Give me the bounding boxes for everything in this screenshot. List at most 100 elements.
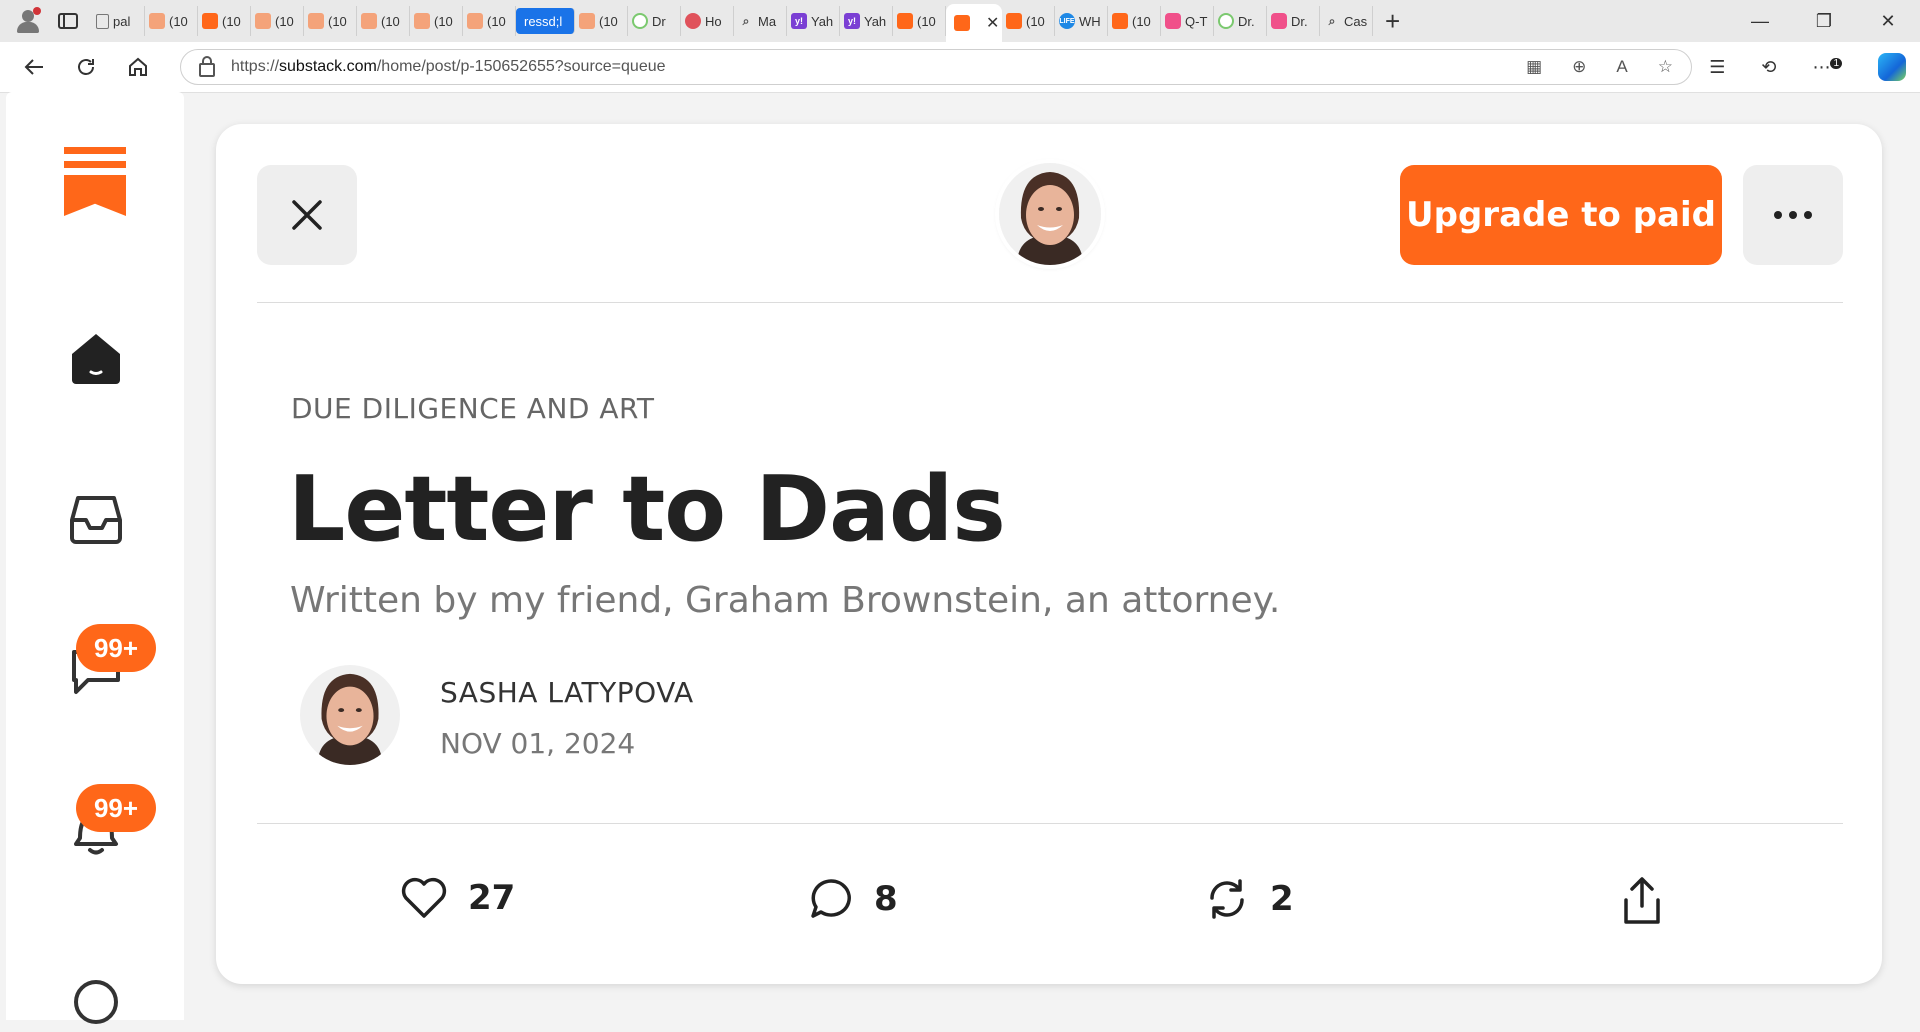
post-title: Letter to Dads: [288, 457, 1006, 562]
browser-tab[interactable]: pal: [92, 6, 145, 36]
post-subtitle: Written by my friend, Graham Brownstein,…: [290, 580, 1281, 621]
more-dot-icon: [1774, 211, 1782, 219]
home-icon: [129, 57, 147, 76]
browser-tab[interactable]: Dr.: [1214, 6, 1267, 36]
restack-count: 2: [1270, 879, 1294, 919]
window-controls: — ❐ ✕: [1728, 0, 1920, 42]
browser-tab[interactable]: ⌕ Cas: [1320, 6, 1373, 36]
author-face-image: [999, 163, 1101, 265]
substack-logo[interactable]: [64, 147, 126, 219]
restack-button[interactable]: 2: [1204, 876, 1294, 922]
browser-tab[interactable]: y! Yah: [787, 6, 840, 36]
restack-icon: [1210, 879, 1244, 919]
tab-label: Cas: [1344, 13, 1368, 29]
tab-active[interactable]: ✕: [946, 4, 1002, 42]
browser-tab[interactable]: (10: [463, 6, 516, 36]
app-available-icon[interactable]: ▦: [1526, 57, 1542, 77]
heart-icon: [401, 877, 447, 918]
tab-label: (10: [917, 13, 936, 29]
close-post-button[interactable]: [257, 165, 357, 265]
browser-tab[interactable]: LIFE WH: [1055, 6, 1108, 36]
browser-tab[interactable]: ressd;l: [516, 8, 575, 34]
meta-divider: [257, 823, 1843, 824]
like-button[interactable]: 27: [400, 876, 515, 920]
tab-actions-icon[interactable]: [58, 13, 78, 29]
profile-nav-icon[interactable]: [66, 972, 126, 1032]
tab-label: (10: [1132, 13, 1151, 29]
yt-favicon-icon: [1165, 13, 1181, 29]
browser-tab[interactable]: Dr.: [1267, 6, 1320, 36]
search-favicon-icon: ⌕: [742, 13, 750, 28]
favorite-star-icon[interactable]: ☆: [1658, 57, 1673, 77]
new-tab-button[interactable]: +: [1385, 6, 1400, 37]
comment-icon: [811, 879, 851, 918]
like-count: 27: [468, 878, 516, 918]
publication-avatar[interactable]: [999, 163, 1101, 265]
browser-tab[interactable]: (10: [410, 6, 463, 36]
home-button[interactable]: [120, 49, 156, 85]
lock-icon[interactable]: [199, 56, 215, 77]
minimize-button[interactable]: —: [1728, 11, 1792, 32]
url-prefix: https://: [231, 58, 280, 75]
doc-favicon-icon: [96, 13, 109, 29]
url-path: /home/post/p-150652655?source=queue: [376, 58, 666, 75]
notifications-badge: 99+: [76, 784, 156, 832]
tab-label: pal: [113, 13, 131, 29]
browser-tab[interactable]: Dr: [628, 6, 681, 36]
close-tab-icon[interactable]: ✕: [986, 13, 999, 33]
substack-light-favicon-icon: [579, 13, 595, 29]
inbox-nav-icon[interactable]: [66, 488, 126, 548]
browser-tab[interactable]: y! Yah: [840, 6, 893, 36]
share-button[interactable]: [1620, 876, 1664, 926]
browser-tab[interactable]: (10: [198, 6, 251, 36]
browser-tab[interactable]: ⌕ Ma: [734, 6, 787, 36]
yahoo-favicon-icon: y!: [844, 13, 860, 29]
tab-label: Ho: [705, 13, 722, 29]
profile-icon[interactable]: [14, 7, 42, 35]
yt-favicon-icon: [1271, 13, 1287, 29]
search-favicon-icon: ⌕: [1328, 13, 1336, 28]
post-section[interactable]: DUE DILIGENCE AND ART: [291, 392, 655, 425]
browser-tab[interactable]: (10: [893, 6, 946, 36]
settings-more-icon[interactable]: ⋯ 1: [1812, 57, 1842, 78]
read-aloud-icon[interactable]: A: [1616, 57, 1627, 77]
browser-tab[interactable]: Ho: [681, 6, 734, 36]
red-favicon-icon: [685, 13, 701, 29]
close-window-button[interactable]: ✕: [1856, 11, 1920, 32]
app-sidebar: 99+ 99+: [6, 92, 184, 1024]
substack-light-favicon-icon: [308, 13, 324, 29]
back-button[interactable]: [16, 49, 52, 85]
browser-tab[interactable]: Q-T: [1161, 6, 1214, 36]
browser-tab[interactable]: (10: [145, 6, 198, 36]
tab-label: (10: [275, 13, 294, 29]
author-face-image: [300, 665, 400, 765]
copilot-icon[interactable]: [1878, 53, 1906, 81]
tab-label: Yah: [811, 13, 834, 29]
browser-tab[interactable]: (10: [357, 6, 410, 36]
browser-tab[interactable]: (10: [251, 6, 304, 36]
address-bar[interactable]: https://substack.com/home/post/p-1506526…: [180, 49, 1692, 85]
browser-tab[interactable]: (10: [304, 6, 357, 36]
browser-tab[interactable]: (10: [1108, 6, 1161, 36]
zoom-icon[interactable]: ⊕: [1572, 57, 1586, 77]
substack-light-favicon-icon: [414, 13, 430, 29]
yahoo-favicon-icon: y!: [791, 13, 807, 29]
tab-list: pal (10 (10 (10 (10 (10 (10 (10 ressd;l (10 Dr Ho ⌕ M…: [92, 0, 1373, 42]
favorites-icon[interactable]: ☰: [1709, 57, 1725, 78]
author-name[interactable]: SASHA LATYPOVA: [440, 676, 694, 709]
upgrade-to-paid-button[interactable]: Upgrade to paid: [1400, 165, 1722, 265]
refresh-button[interactable]: [68, 49, 104, 85]
history-icon[interactable]: ⟲: [1761, 57, 1776, 78]
comment-count: 8: [874, 879, 898, 919]
more-options-button[interactable]: [1743, 165, 1843, 265]
author-avatar[interactable]: [300, 665, 400, 765]
comment-button[interactable]: 8: [808, 876, 898, 922]
notification-count: 1: [1830, 57, 1842, 69]
restore-button[interactable]: ❐: [1792, 11, 1856, 32]
browser-tab[interactable]: (10: [575, 6, 628, 36]
header-divider: [257, 302, 1843, 303]
tab-label: (10: [328, 13, 347, 29]
tab-label: Ma: [758, 13, 777, 29]
home-nav-icon[interactable]: [66, 328, 126, 388]
browser-tab[interactable]: (10: [1002, 6, 1055, 36]
